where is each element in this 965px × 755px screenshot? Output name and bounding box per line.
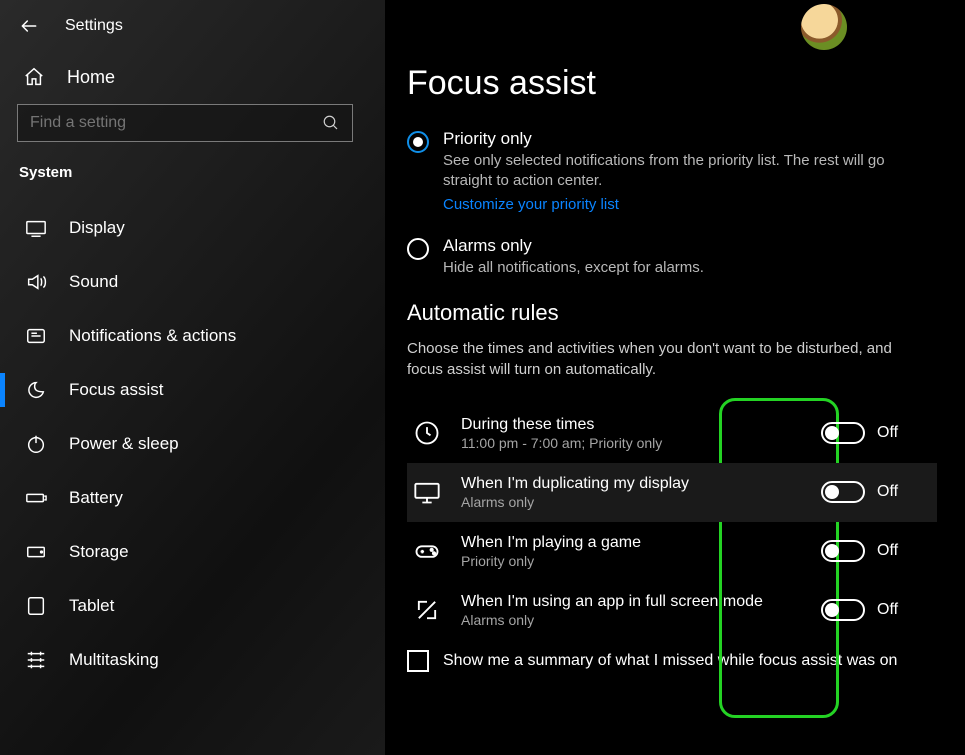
rules-section-title: Automatic rules [407,300,935,326]
search-input[interactable] [30,114,310,132]
rule-title: When I'm playing a game [461,534,803,552]
radio-desc: See only selected notifications from the… [443,151,927,192]
toggle-state: Off [877,424,898,442]
page-title: Focus assist [407,64,935,103]
toggle-state: Off [877,483,898,501]
monitor-icon [411,476,443,508]
rule-subtitle: Alarms only [461,612,803,628]
toggle-state: Off [877,601,898,619]
sidebar-item-label: Battery [69,488,123,508]
tablet-icon [25,595,47,617]
sidebar-item-label: Sound [69,272,118,292]
rule-fullscreen-app[interactable]: When I'm using an app in full screen mod… [407,581,937,640]
sidebar-item-multitasking[interactable]: Multitasking [15,633,370,687]
summary-checkbox-label: Show me a summary of what I missed while… [443,652,897,670]
summary-checkbox-row[interactable]: Show me a summary of what I missed while… [407,650,935,672]
rule-subtitle: Alarms only [461,494,803,510]
radio-label: Priority only [443,129,927,149]
back-icon [19,16,39,36]
rule-toggle[interactable] [821,540,865,562]
sidebar-item-label: Display [69,218,125,238]
rule-playing-game[interactable]: When I'm playing a game Priority only Of… [407,522,937,581]
rule-subtitle: Priority only [461,553,803,569]
home-icon [23,66,45,88]
sidebar-item-storage[interactable]: Storage [15,525,370,579]
sidebar-item-focus-assist[interactable]: Focus assist [15,363,370,417]
rule-subtitle: 11:00 pm - 7:00 am; Priority only [461,435,803,451]
rules-section-desc: Choose the times and activities when you… [407,338,917,380]
sidebar-item-label: Tablet [69,596,114,616]
rules-list: During these times 11:00 pm - 7:00 am; P… [407,404,935,672]
radio-alarms-only[interactable]: Alarms only Hide all notifications, exce… [407,236,927,278]
radio-label: Alarms only [443,236,704,256]
radio-button[interactable] [407,131,429,153]
sidebar-item-power-sleep[interactable]: Power & sleep [15,417,370,471]
gamepad-icon [411,535,443,567]
battery-icon [25,487,47,509]
sidebar-item-tablet[interactable]: Tablet [15,579,370,633]
rule-duplicating-display[interactable]: When I'm duplicating my display Alarms o… [407,463,937,522]
rule-title: When I'm using an app in full screen mod… [461,593,803,611]
customize-priority-link[interactable]: Customize your priority list [443,196,619,213]
search-input-container[interactable] [17,104,353,142]
sidebar-item-label: Power & sleep [69,434,179,454]
notifications-icon [25,325,47,347]
sidebar-item-sound[interactable]: Sound [15,255,370,309]
sidebar-item-label: Notifications & actions [69,326,236,346]
sidebar-item-notifications[interactable]: Notifications & actions [15,309,370,363]
rule-toggle[interactable] [821,481,865,503]
fullscreen-icon [411,594,443,626]
avatar [801,4,847,50]
radio-desc: Hide all notifications, except for alarm… [443,258,704,278]
search-icon [322,114,340,132]
focus-assist-icon [25,379,47,401]
sidebar: Settings Home System Display Sound [0,0,385,755]
app-title: Settings [65,17,123,35]
radio-priority-only[interactable]: Priority only See only selected notifica… [407,129,927,214]
rule-title: During these times [461,416,803,434]
rule-title: When I'm duplicating my display [461,475,803,493]
back-button[interactable] [17,14,41,38]
radio-button[interactable] [407,238,429,260]
rule-during-times[interactable]: During these times 11:00 pm - 7:00 am; P… [407,404,937,463]
category-label: System [15,164,370,201]
rule-toggle[interactable] [821,422,865,444]
summary-checkbox[interactable] [407,650,429,672]
toggle-state: Off [877,542,898,560]
multitasking-icon [25,649,47,671]
clock-icon [411,417,443,449]
sidebar-item-label: Focus assist [69,380,163,400]
sidebar-item-label: Multitasking [69,650,159,670]
power-icon [25,433,47,455]
sidebar-item-battery[interactable]: Battery [15,471,370,525]
sidebar-item-label: Storage [69,542,129,562]
main-content: Focus assist Priority only See only sele… [385,0,965,755]
display-icon [25,217,47,239]
sidebar-item-display[interactable]: Display [15,201,370,255]
storage-icon [25,541,47,563]
home-label: Home [67,67,115,88]
rule-toggle[interactable] [821,599,865,621]
nav-list: Display Sound Notifications & actions Fo… [15,201,370,687]
sound-icon [25,271,47,293]
home-button[interactable]: Home [15,56,370,102]
